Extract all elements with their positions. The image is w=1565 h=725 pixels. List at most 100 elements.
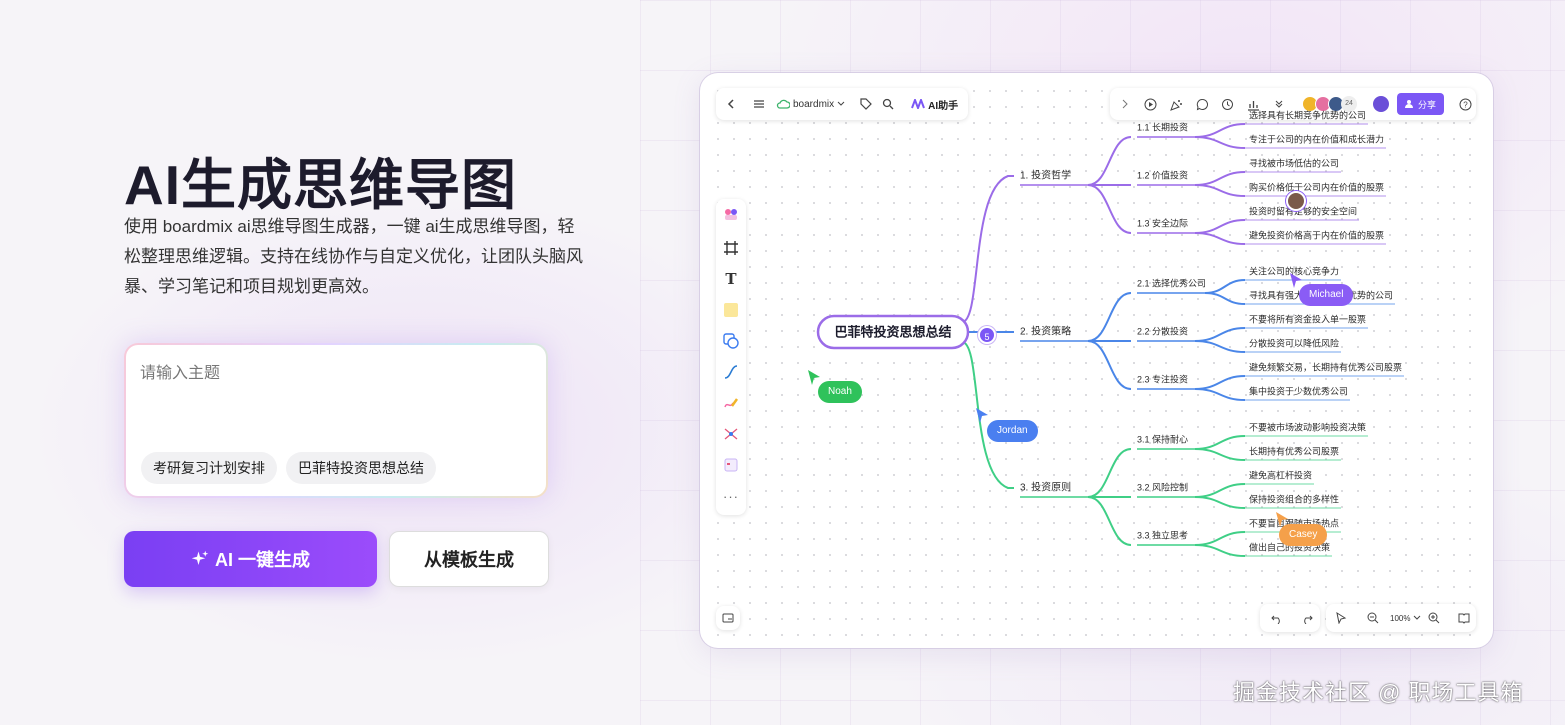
sub-branch-label: 1.1 长期投资: [1137, 121, 1188, 132]
mind-map[interactable]: 1. 投资哲学1.1 长期投资选择具有长期竞争优势的公司专注于公司的内在价值和成…: [710, 83, 1483, 638]
user-plus-icon: [1405, 100, 1414, 108]
mindmap-tool-icon[interactable]: [720, 423, 742, 445]
search-icon[interactable]: [877, 93, 899, 115]
chart-icon[interactable]: [1243, 93, 1265, 115]
ai-logo-icon: [911, 99, 926, 109]
page-title: AI生成思维导图: [124, 154, 518, 216]
ai-generate-label: AI 一键生成: [214, 550, 310, 570]
board-name: boardmix: [793, 98, 835, 110]
tag-icon[interactable]: [855, 93, 877, 115]
leaf-connector: [1194, 496, 1246, 509]
board-name-dropdown[interactable]: boardmix: [776, 99, 845, 110]
text-tool-icon[interactable]: T: [720, 268, 742, 290]
undo-icon[interactable]: [1266, 607, 1288, 629]
branch-connector: [961, 341, 1014, 489]
ai-helper-button[interactable]: AI助手: [911, 97, 958, 112]
sub-branch-label: 2.3 专注投资: [1137, 373, 1188, 384]
zoom-out-icon[interactable]: [1362, 607, 1384, 629]
sub-connector: [1087, 136, 1132, 186]
select-cursor-icon[interactable]: [1330, 607, 1352, 629]
comment-icon[interactable]: [1191, 93, 1213, 115]
shape-tool-icon[interactable]: [720, 330, 742, 352]
leaf-label: 保持投资组合的多样性: [1249, 493, 1339, 504]
present-icon[interactable]: [1140, 93, 1162, 115]
michael-cursor-icon: [1290, 273, 1302, 288]
sub-branch-label: 1.3 安全边际: [1137, 217, 1188, 228]
collaborator-count: 24: [1341, 96, 1358, 112]
root-node: [816, 314, 970, 350]
help-icon[interactable]: ?: [1454, 93, 1476, 115]
connector-icon[interactable]: [720, 361, 742, 383]
cloud-icon: [776, 99, 790, 109]
leaf-connector: [1194, 448, 1246, 461]
leaf-connector: [1194, 219, 1246, 234]
topic-input[interactable]: [140, 359, 530, 439]
left-toolbar: T ···: [716, 199, 746, 515]
leaf-label: 寻找被市场低估的公司: [1249, 157, 1339, 168]
michael-avatar: [1286, 191, 1306, 211]
collaborator-avatars[interactable]: 24: [1302, 96, 1358, 112]
leaf-connector: [1194, 435, 1246, 450]
leaf-connector: [1194, 171, 1246, 186]
sub-connector: [1087, 496, 1132, 546]
templates-icon[interactable]: [720, 203, 742, 225]
comment-count-badge[interactable]: 5: [978, 326, 996, 344]
cursor-arrows: [808, 273, 1302, 527]
frame-icon[interactable]: [720, 237, 742, 259]
whiteboard-canvas[interactable]: boardmix AI助手 24 分享 ? T ··· 100% 1. 投资哲学…: [710, 83, 1483, 638]
leaf-label: 购买价格低于公司内在价值的股票: [1249, 181, 1384, 192]
table-tool-icon[interactable]: [720, 454, 742, 476]
ai-generate-button[interactable]: AI 一键生成: [124, 531, 377, 587]
leaf-label: 不要将所有资金投入单一股票: [1249, 313, 1366, 324]
cursor-label-jordan: Jordan: [987, 420, 1038, 442]
history-icon[interactable]: [1217, 93, 1239, 115]
sub-connector: [1087, 340, 1132, 390]
cursor-label-noah: Noah: [818, 381, 862, 403]
sub-branch-label: 3.2 风险控制: [1137, 481, 1188, 492]
leaf-connector: [1204, 279, 1246, 294]
celebrate-icon[interactable]: [1165, 93, 1187, 115]
leaf-connector: [1194, 544, 1246, 557]
sub-connector: [1087, 448, 1132, 498]
template-generate-button[interactable]: 从模板生成: [389, 531, 549, 587]
top-right-toolbar: 24 分享 ?: [1110, 88, 1476, 120]
ai-helper-label: AI助手: [928, 100, 959, 112]
suggestion-chip-buffett[interactable]: 巴菲特投资思想总结: [286, 452, 436, 484]
topic-input-box: 考研复习计划安排 巴菲特投资思想总结: [126, 345, 546, 496]
zoom-level[interactable]: 100%: [1390, 614, 1410, 623]
zoom-in-icon[interactable]: [1423, 607, 1445, 629]
share-button[interactable]: 分享: [1396, 93, 1445, 115]
leaf-connector: [1194, 388, 1246, 401]
menu-icon[interactable]: [748, 93, 770, 115]
topic-input-card: 考研复习计划安排 巴菲特投资思想总结: [124, 343, 548, 498]
redo-icon[interactable]: [1296, 607, 1318, 629]
leaf-label: 避免频繁交易，长期持有优秀公司股票: [1249, 361, 1402, 372]
share-label: 分享: [1418, 99, 1437, 110]
branch-connector: [961, 175, 1014, 323]
zoom-toolbar: 100%: [1326, 604, 1476, 632]
leaf-connector: [1194, 232, 1246, 245]
branch-label: 3. 投资原则: [1020, 481, 1071, 494]
leaf-connector: [1194, 327, 1246, 342]
expand-icon[interactable]: [1114, 93, 1136, 115]
leaf-connector: [1194, 184, 1246, 197]
sticky-note-icon[interactable]: [720, 299, 742, 321]
watermark: 掘金技术社区 @ 职场工具箱: [1233, 680, 1524, 705]
back-icon[interactable]: [720, 93, 742, 115]
more-down-icon[interactable]: [1268, 93, 1290, 115]
suggestion-chip-exam-plan[interactable]: 考研复习计划安排: [141, 452, 277, 484]
chevron-down-icon: [1414, 615, 1421, 620]
pen-tool-icon[interactable]: [720, 392, 742, 414]
leaf-label: 避免投资价格高于内在价值的股票: [1249, 229, 1384, 240]
book-icon[interactable]: [1453, 607, 1475, 629]
more-tools-icon[interactable]: ···: [720, 485, 742, 507]
minimap-icon: [722, 613, 734, 623]
sub-branch-label: 3.1 保持耐心: [1137, 433, 1188, 444]
leaf-label: 集中投资于少数优秀公司: [1249, 385, 1348, 396]
app-preview-frame: boardmix AI助手 24 分享 ? T ··· 100% 1. 投资哲学…: [700, 73, 1493, 648]
sub-branch-label: 1.2 价值投资: [1137, 169, 1188, 180]
top-left-toolbar: boardmix AI助手: [716, 88, 968, 120]
minimap-toggle[interactable]: [716, 606, 740, 630]
leaf-connector: [1194, 375, 1246, 390]
user-avatar[interactable]: [1373, 96, 1389, 112]
